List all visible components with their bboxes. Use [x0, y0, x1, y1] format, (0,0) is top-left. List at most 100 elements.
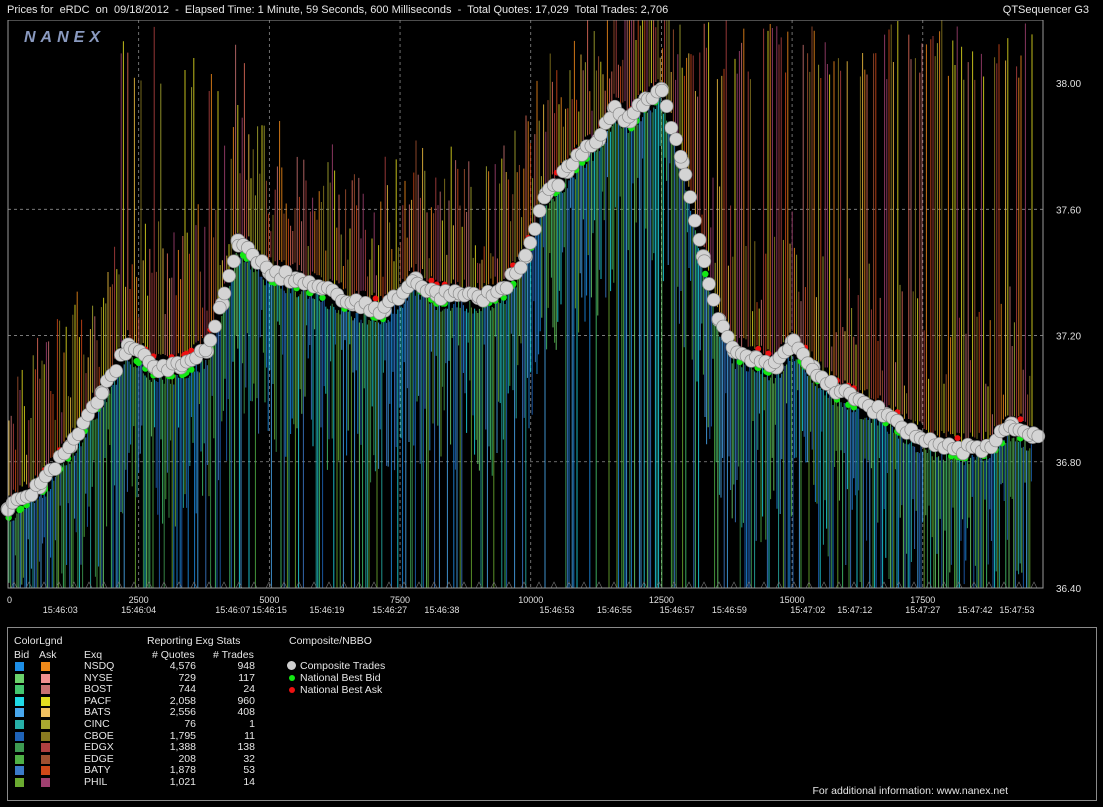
composite-trade-marker — [659, 99, 674, 113]
exchange-quotes: 729 — [178, 671, 196, 684]
time-label: 15:47:02 — [790, 605, 825, 615]
y-tick-label: 37.60 — [1056, 205, 1081, 216]
bid-column-label: Bid — [14, 649, 30, 661]
exchange-trades: 32 — [243, 752, 255, 765]
composite-trade-marker — [692, 232, 707, 247]
best-ask-marker — [428, 277, 435, 284]
x-tick-label: 15000 — [780, 595, 805, 605]
exchange-trades: 53 — [243, 764, 255, 777]
exchange-trades: 117 — [238, 671, 255, 684]
composite-trade-marker — [669, 132, 683, 147]
exchange-name: CBOE — [84, 729, 114, 742]
exchange-quotes: 1,795 — [169, 729, 196, 742]
exchange-name: CINC — [84, 718, 110, 730]
exchange-name: BATY — [84, 764, 111, 777]
exchange-trades: 1 — [249, 718, 255, 730]
ask-column-label: Ask — [39, 649, 57, 661]
exchange-quotes: 76 — [184, 718, 196, 730]
composite-legend-label: Composite Trades — [300, 660, 386, 672]
composite-trade-marker — [499, 281, 514, 295]
best-ask-marker — [372, 295, 379, 302]
best-bid-marker — [16, 506, 24, 513]
best-bid-marker — [702, 270, 709, 278]
best-ask-marker — [954, 435, 961, 442]
composite-trade-marker — [593, 127, 608, 142]
time-label: 15:47:53 — [999, 605, 1034, 615]
bid-color-swatch — [15, 708, 24, 718]
x-tick-label: 10000 — [518, 595, 543, 605]
y-tick-label: 36.40 — [1056, 584, 1081, 595]
exchange-quotes: 1,878 — [169, 764, 196, 777]
ask-color-swatch — [41, 685, 50, 695]
time-label: 15:46:55 — [597, 605, 632, 615]
bid-color-swatch — [15, 778, 24, 787]
ask-color-swatch — [41, 766, 50, 776]
app-name: QTSequencer G3 — [1002, 4, 1089, 16]
composite-trade-marker — [528, 222, 542, 237]
composite-trade-marker — [551, 178, 566, 193]
exchange-quotes: 208 — [178, 752, 196, 765]
window-title: Prices for eRDC on 09/18/2012 - Elapsed … — [7, 4, 669, 16]
bid-color-swatch — [15, 731, 24, 741]
ask-color-swatch — [41, 743, 50, 753]
composite-trade-marker — [518, 248, 533, 263]
composite-trade-marker — [688, 213, 702, 228]
time-label: 15:47:27 — [905, 605, 940, 615]
exchange-trades: 24 — [243, 683, 255, 696]
exchange-name: EDGE — [84, 752, 114, 765]
legend-panel: ColorLgnd Bid Ask Exq Reporting Exg Stat… — [7, 627, 1097, 801]
bid-color-swatch — [15, 662, 24, 671]
composite-trade-marker — [95, 386, 109, 401]
time-label: 15:46:57 — [660, 605, 695, 615]
composite-trade-marker — [702, 277, 716, 291]
bid-color-swatch — [15, 696, 24, 706]
composite-trade-marker — [655, 83, 669, 98]
x-tick-label: 7500 — [390, 595, 410, 605]
composite-trade-marker — [532, 204, 547, 218]
exchange-quotes: 2,556 — [169, 706, 196, 719]
exchange-trades: 138 — [237, 741, 255, 754]
exchange-trades: 948 — [237, 660, 255, 672]
time-label: 15:46:07 — [215, 605, 250, 615]
exchange-name: EDGX — [84, 741, 114, 754]
price-chart: NANEX 38.00 37.60 37.20 36.80 36.40 0 2500 5000… — [0, 20, 1081, 615]
time-label: 15:47:12 — [837, 605, 872, 615]
best-bid-swatch — [289, 675, 295, 681]
exchange-name: BATS — [84, 706, 111, 719]
composite-trade-marker — [523, 235, 538, 250]
bid-color-swatch — [15, 754, 24, 764]
exchange-name: PHIL — [84, 776, 108, 788]
composite-trade-marker — [109, 364, 124, 378]
ask-color-swatch — [41, 696, 50, 706]
composite-title: Composite/NBBO — [289, 635, 372, 647]
x-tick-label: 12500 — [649, 595, 674, 605]
time-label: 15:47:42 — [958, 605, 993, 615]
composite-trade-marker — [706, 292, 721, 307]
title-bar: Prices for eRDC on 09/18/2012 - Elapsed … — [0, 0, 1103, 20]
exchange-trades: 960 — [237, 694, 255, 707]
nanex-logo: NANEX — [24, 29, 105, 46]
bid-color-swatch — [15, 685, 24, 695]
ask-color-swatch — [41, 720, 50, 729]
composite-trade-marker — [678, 167, 693, 182]
x-tick-label: 0 — [7, 595, 12, 605]
y-tick-label: 36.80 — [1056, 458, 1081, 469]
exchange-quotes: 1,021 — [169, 776, 196, 788]
composite-trade-marker — [48, 462, 62, 476]
exchange-trades: 408 — [237, 706, 255, 719]
time-label: 15:46:19 — [309, 605, 344, 615]
time-label: 15:46:27 — [372, 605, 407, 615]
composite-trade-marker — [513, 260, 528, 275]
ask-color-swatch — [41, 662, 50, 671]
exchange-name: BOST — [84, 683, 113, 696]
composite-trade-marker — [203, 333, 218, 348]
bid-color-swatch — [15, 673, 24, 683]
exchange-quotes: 744 — [178, 683, 196, 696]
ask-color-swatch — [41, 708, 50, 718]
best-ask-swatch — [289, 687, 295, 693]
composite-trade-marker — [226, 254, 241, 269]
composite-trade-marker — [673, 149, 688, 164]
x-tick-label: 17500 — [910, 595, 935, 605]
stats-title: Reporting Exg Stats — [147, 635, 241, 647]
exchange-name: NYSE — [84, 671, 113, 684]
